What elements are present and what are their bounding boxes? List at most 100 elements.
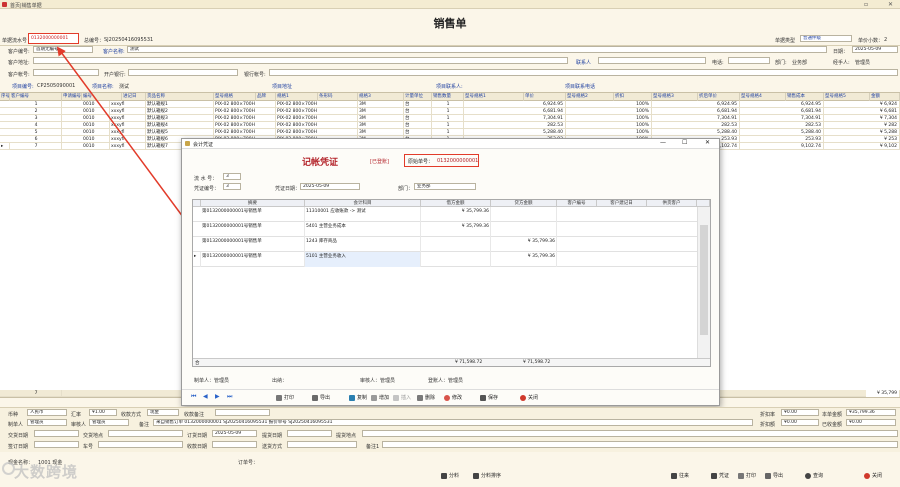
discount-amt-field[interactable]: ¥0.00 xyxy=(781,419,819,426)
v-col-header[interactable]: 客户编号 xyxy=(557,200,597,207)
voucher-grid: 摘要 会计科目 借方金额 贷方金额 客户编号 客户建记日 供货客户 第01320… xyxy=(192,199,711,367)
v-col-header[interactable]: 供货客户 xyxy=(647,200,697,207)
export-icon xyxy=(765,472,771,479)
last-icon[interactable]: ⏭ xyxy=(227,393,232,401)
first-icon[interactable]: ⏮ xyxy=(191,393,196,401)
dialog-title: 会计凭证 xyxy=(193,142,214,148)
v-col-header[interactable]: 贷方金额 xyxy=(491,200,557,207)
prev-button[interactable]: 往来 xyxy=(671,472,689,479)
footer-close-button[interactable]: 关闭 xyxy=(864,472,882,479)
this-amount-field[interactable]: ¥35,799.36 xyxy=(846,409,896,416)
discount-rate-field[interactable]: ¥0.00 xyxy=(781,409,819,416)
received-label: 已收金额 xyxy=(822,422,843,428)
collect-date-label: 收款日期 xyxy=(187,444,208,450)
split-order-icon xyxy=(473,472,479,479)
vdate-field[interactable]: 2025-05-09 xyxy=(300,183,360,190)
voucher-row[interactable]: 第0132000000001号销售单 1243 库存商品 ¥ 35,799.36 xyxy=(193,237,697,252)
insert-icon xyxy=(393,394,399,401)
footer-export-button[interactable]: 导出 xyxy=(765,472,783,479)
v-col-header[interactable]: 借方金额 xyxy=(421,200,491,207)
query-button[interactable]: 查询 xyxy=(805,472,823,479)
vdept-label: 部门： xyxy=(398,186,414,192)
add-button[interactable]: 增加 xyxy=(371,394,389,401)
currency-field[interactable]: 人民币 xyxy=(27,409,67,416)
watermark: 大数跨境 xyxy=(14,463,79,481)
copy-icon xyxy=(349,394,355,401)
vdept-select[interactable]: 业务部 xyxy=(414,183,476,190)
origin-value[interactable]: 0132000000001 xyxy=(437,158,478,164)
copy-button[interactable]: 复制 xyxy=(349,394,367,401)
memo1-field[interactable] xyxy=(382,441,898,448)
rate-field[interactable]: ¥1.00 xyxy=(89,409,117,416)
pay-field[interactable]: 现金 xyxy=(147,409,179,416)
v-col-header[interactable]: 摘要 xyxy=(201,200,305,207)
delivery-place-field[interactable] xyxy=(108,430,183,437)
vdate-label: 凭证日期： xyxy=(275,186,301,192)
pickup-place-field[interactable] xyxy=(362,430,898,437)
sign-date-field[interactable] xyxy=(34,441,79,448)
modify-button[interactable]: 修改 xyxy=(444,394,462,401)
close-icon[interactable]: ✕ xyxy=(705,139,710,146)
discount-amt-label: 折扣额 xyxy=(760,422,776,428)
rate-label: 汇率 xyxy=(71,412,82,418)
voucher-row[interactable]: 第0132000000001号销售单 11310001 应收账款 -> 测试 ¥… xyxy=(193,207,697,222)
order-date-label: 订货日期 xyxy=(187,433,208,439)
voucher-button[interactable]: 凭证 xyxy=(711,472,729,479)
bottom-maker-field[interactable]: 管理员 xyxy=(27,419,67,426)
close-circle-icon xyxy=(864,472,870,479)
bottom-auditor-field[interactable]: 管理员 xyxy=(89,419,129,426)
voucher-toolbar: ⏮ ◀ ▶ ⏭ 打印 导出 复制 增加 插入 删除 修改 保存 关闭 xyxy=(182,389,719,405)
split-button[interactable]: 分料 xyxy=(441,472,459,479)
save-button[interactable]: 保存 xyxy=(480,394,498,401)
bottom-maker-label: 制单人 xyxy=(8,422,24,428)
close-button[interactable]: 关闭 xyxy=(520,394,538,401)
bottom-memo-label: 备注 xyxy=(139,422,150,428)
voucher-scrollbar[interactable] xyxy=(697,207,710,359)
delivery-date-field[interactable] xyxy=(34,430,79,437)
delete-button[interactable]: 删除 xyxy=(417,394,435,401)
vno-field[interactable]: 3 xyxy=(223,183,241,190)
received-field[interactable]: ¥0.00 xyxy=(846,419,896,426)
memo1-label: 备注1 xyxy=(366,444,380,450)
export-icon xyxy=(312,394,318,401)
delete-icon xyxy=(417,394,423,401)
vehicle-label: 车号 xyxy=(83,444,94,450)
voucher-row[interactable]: ▸ 第0132000000001号销售单 5101 主营业务收入 ¥ 35,79… xyxy=(193,252,697,267)
printer-icon xyxy=(738,472,744,479)
insert-button[interactable]: 插入 xyxy=(393,394,411,401)
poster-label: 登账人：管理员 xyxy=(428,378,464,384)
vehicle-field[interactable] xyxy=(98,441,183,448)
footer-print-button[interactable]: 打印 xyxy=(738,472,756,479)
auditor-label: 审核人：管理员 xyxy=(360,378,396,384)
bottom-memo-field[interactable]: 来自销售订单 0132000000001 SJ20250416095531 报价… xyxy=(153,419,753,426)
export-button[interactable]: 导出 xyxy=(312,394,330,401)
scroll-thumb[interactable] xyxy=(700,225,708,335)
next-icon[interactable]: ▶ xyxy=(215,393,220,400)
ship-field[interactable] xyxy=(287,441,357,448)
cashier-label: 出纳： xyxy=(272,378,288,384)
this-amount-label: 本单金额 xyxy=(822,412,843,418)
minimize-icon[interactable]: — xyxy=(660,139,666,146)
pay-label: 收款方式 xyxy=(121,412,142,418)
modify-icon xyxy=(444,394,450,401)
voucher-status: [已登账] xyxy=(370,159,389,165)
row-pointer-icon: ▸ xyxy=(193,252,201,267)
close-circle-icon xyxy=(520,394,526,401)
split-icon xyxy=(441,472,447,479)
split-order-button[interactable]: 分料排序 xyxy=(473,472,501,479)
v-col-header[interactable]: 客户建记日 xyxy=(597,200,647,207)
v-col-header[interactable]: 会计科目 xyxy=(305,200,421,207)
voucher-dialog: 会计凭证 — ☐ ✕ 记帐凭证 [已登账] 原始单号： 013200000000… xyxy=(181,138,720,406)
print-button[interactable]: 打印 xyxy=(276,394,294,401)
collect-date-field[interactable] xyxy=(212,441,257,448)
maximize-icon[interactable]: ☐ xyxy=(682,139,687,146)
pickup-date-field[interactable] xyxy=(287,430,332,437)
save-icon xyxy=(480,394,486,401)
prev-icon[interactable]: ◀ xyxy=(203,393,208,400)
voucher-row[interactable]: 第0132000000001号销售单 5401 主营业务成本 ¥ 35,799.… xyxy=(193,222,697,237)
flow-field[interactable]: 3 xyxy=(223,173,241,180)
pay-note-field[interactable] xyxy=(215,409,270,416)
search-icon xyxy=(805,472,811,479)
order-date-field[interactable]: 2025-05-09 xyxy=(212,430,257,437)
origin-label: 原始单号： xyxy=(408,159,434,165)
